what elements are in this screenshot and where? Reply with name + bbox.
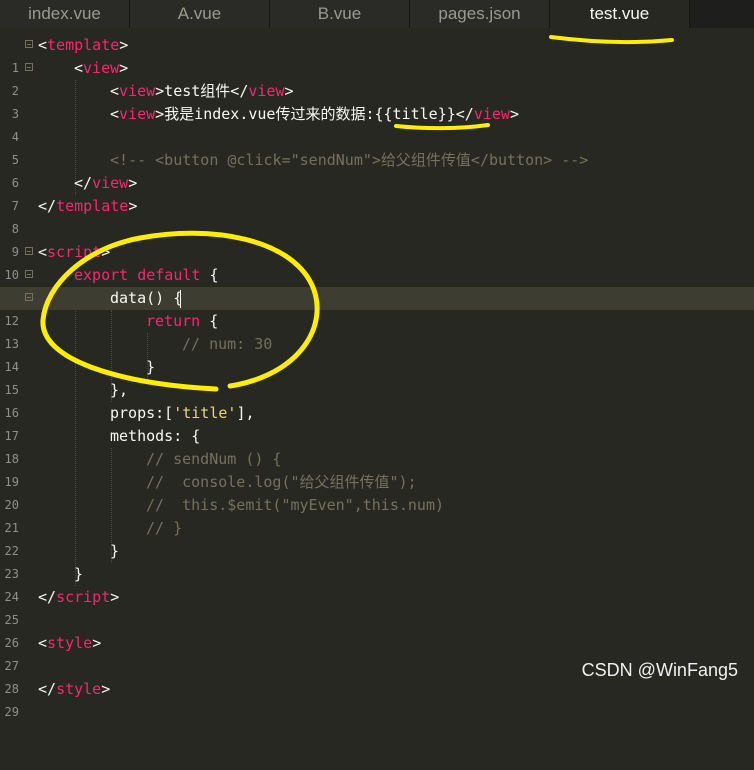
code-line: 16 },	[0, 379, 754, 420]
code-line: 29 </style>	[0, 678, 754, 719]
code-line: 10 <script>	[0, 241, 754, 282]
fold-icon[interactable]	[25, 63, 33, 71]
code-line: 7 </view>	[0, 172, 754, 213]
code-line: 2 <view>	[0, 57, 754, 98]
code-line: 3 <view>test组件</view>	[0, 80, 754, 121]
code-line: 19 // sendNum () {	[0, 448, 754, 489]
fold-icon[interactable]	[25, 40, 33, 48]
code-line: 18 methods: {	[0, 425, 754, 466]
code-line: 25 </script>	[0, 586, 754, 627]
code-line: 9	[0, 218, 754, 259]
fold-icon[interactable]	[25, 270, 33, 278]
code-line: 24 }	[0, 563, 754, 604]
code-line: 15 }	[0, 356, 754, 397]
tab-pages-json[interactable]: pages.json	[410, 0, 550, 28]
code-line: 4 <view>我是index.vue传过来的数据:{{title}}</vie…	[0, 103, 754, 144]
code-line: 11 export default {	[0, 264, 754, 305]
line-number: 29	[4, 705, 19, 719]
code-line: 20 // console.log("给父组件传值");	[0, 471, 754, 512]
code-line: 26	[0, 609, 754, 650]
fold-icon[interactable]	[25, 247, 33, 255]
code-editor[interactable]: 1 <template> 2 <view> 3 <view>test组件</vi…	[0, 34, 754, 719]
tab-bar: index.vue A.vue B.vue pages.json test.vu…	[0, 0, 754, 28]
code-line: 14 // num: 30	[0, 333, 754, 374]
watermark: CSDN @WinFang5	[581, 660, 738, 680]
text-cursor	[180, 290, 181, 308]
code-line: 27 <style>	[0, 632, 754, 673]
tab-test-vue[interactable]: test.vue	[550, 0, 690, 28]
tab-a-vue[interactable]: A.vue	[130, 0, 270, 28]
code-line: 6 <!-- <button @click="sendNum">给父组件传值</…	[0, 149, 754, 190]
code-line: 22 // }	[0, 517, 754, 558]
code-line: 5	[0, 126, 754, 167]
fold-icon[interactable]	[25, 293, 33, 301]
code-line: 13 return {	[0, 310, 754, 351]
code-line: 8 </template>	[0, 195, 754, 236]
tab-b-vue[interactable]: B.vue	[270, 0, 410, 28]
code-line: 21 // this.$emit("myEven",this.num)	[0, 494, 754, 535]
code-line: 23 }	[0, 540, 754, 581]
code-line-current: 12 data() {	[0, 287, 754, 328]
code-line: 1 <template>	[0, 34, 754, 75]
code-line: 17 props:['title'],	[0, 402, 754, 443]
tab-index-vue[interactable]: index.vue	[0, 0, 130, 28]
